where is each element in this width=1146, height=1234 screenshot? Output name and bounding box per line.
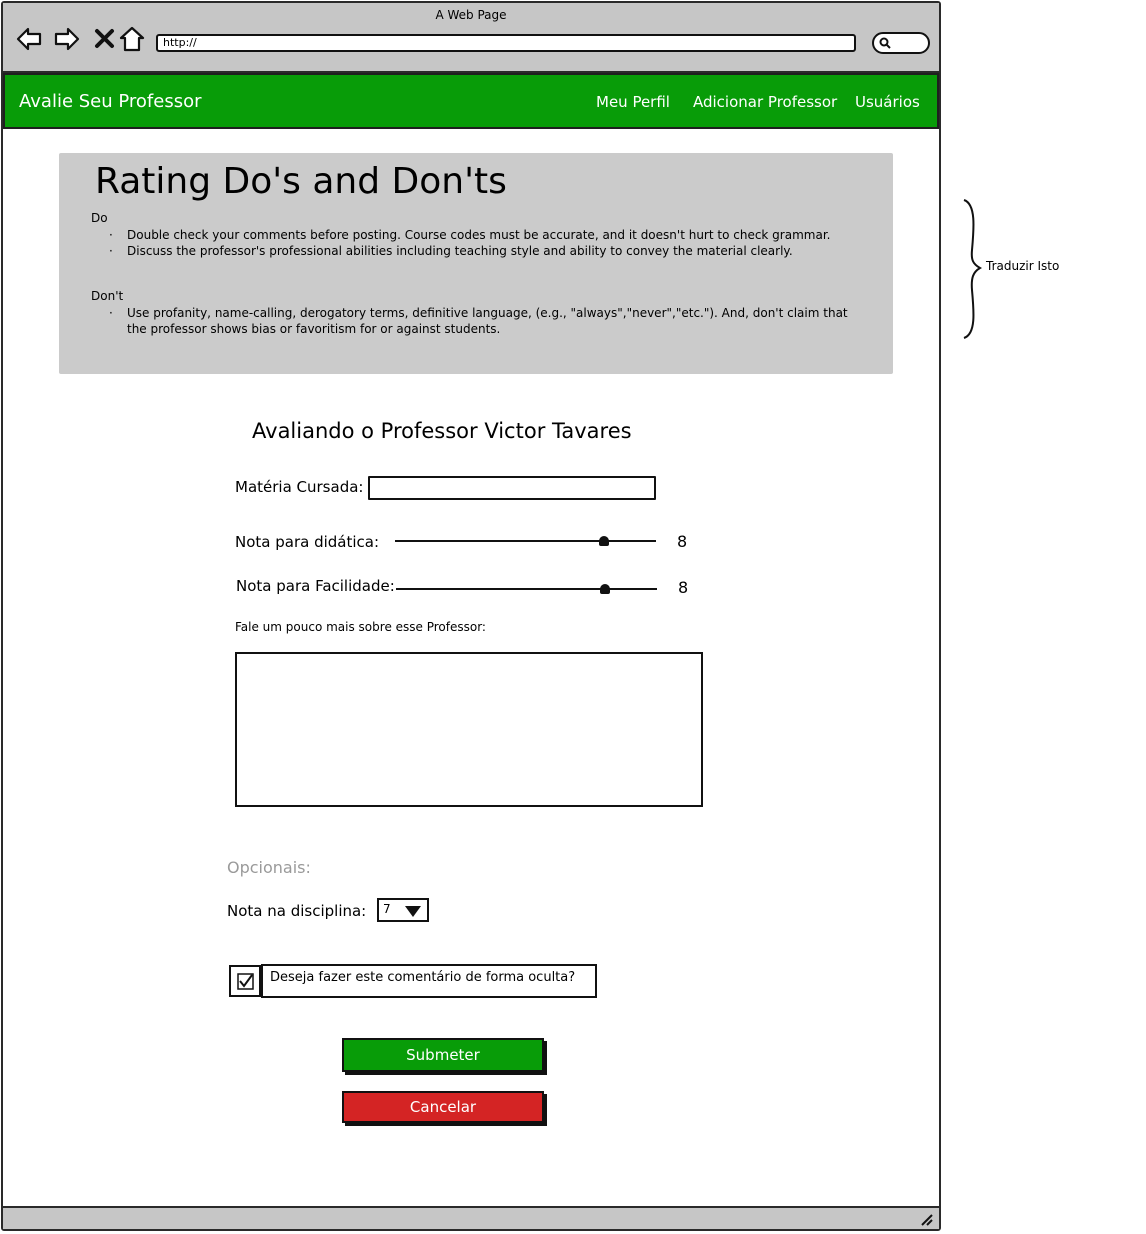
checkmark-icon [237, 973, 254, 990]
curly-brace-icon [963, 199, 983, 339]
bullet: · [109, 244, 113, 258]
home-icon[interactable] [118, 25, 146, 53]
materia-label: Matéria Cursada: [235, 478, 364, 496]
brand-link[interactable]: Avalie Seu Professor [19, 91, 202, 112]
facilidade-value: 8 [678, 578, 689, 597]
materia-input[interactable] [368, 476, 656, 500]
didatica-slider[interactable] [395, 534, 656, 548]
do-item-text: Double check your comments before postin… [127, 228, 831, 242]
dont-label: Don't [91, 289, 124, 303]
resize-grip-icon[interactable] [919, 1212, 933, 1226]
select-value: 7 [383, 902, 391, 916]
facilidade-slider[interactable] [396, 582, 657, 596]
window-title: A Web Page [435, 8, 507, 22]
bullet: · [109, 306, 113, 320]
forward-arrow-icon[interactable] [53, 25, 81, 53]
slider-track [396, 588, 657, 590]
comment-textarea[interactable] [235, 652, 703, 807]
close-x-icon[interactable] [91, 25, 119, 53]
nav-link-usuarios[interactable]: Usuários [855, 93, 920, 111]
search-icon [879, 37, 891, 49]
slider-thumb[interactable] [598, 536, 609, 546]
nav-link-adicionar-professor[interactable]: Adicionar Professor [693, 93, 837, 111]
cancel-button[interactable]: Cancelar [342, 1091, 544, 1123]
form-title: Avaliando o Professor Victor Tavares [252, 419, 632, 443]
guidelines-title: Rating Do's and Don'ts [95, 161, 507, 202]
slider-track [395, 540, 656, 542]
disciplina-select[interactable]: 7 [377, 898, 429, 922]
do-item: · Discuss the professor's professional a… [109, 243, 867, 259]
do-item: · Double check your comments before post… [109, 227, 867, 243]
optional-section-label: Opcionais: [227, 858, 311, 877]
browser-toolbar: A Web Page http:// [3, 3, 939, 73]
do-item-text: Discuss the professor's professional abi… [127, 244, 793, 258]
rating-guidelines-panel: Rating Do's and Don'ts Do · Double check… [59, 153, 893, 374]
slider-thumb[interactable] [599, 584, 610, 594]
didatica-label: Nota para didática: [235, 533, 380, 551]
hidden-comment-label: Deseja fazer este comentário de forma oc… [261, 964, 597, 998]
do-label: Do [91, 211, 108, 225]
url-bar[interactable]: http:// [156, 34, 856, 52]
facilidade-label: Nota para Facilidade: [236, 577, 395, 595]
disciplina-label: Nota na disciplina: [227, 902, 367, 920]
hidden-comment-checkbox[interactable] [229, 965, 261, 997]
browser-search-box[interactable] [872, 32, 930, 54]
browser-window: A Web Page http:// Avalie Seu Professor … [1, 1, 941, 1231]
didatica-value: 8 [677, 532, 688, 551]
nav-link-meu-perfil[interactable]: Meu Perfil [596, 93, 670, 111]
browser-status-bar [3, 1206, 939, 1229]
dont-item: · Use profanity, name-calling, derogator… [109, 305, 867, 337]
submit-button[interactable]: Submeter [342, 1038, 544, 1072]
back-arrow-icon[interactable] [15, 25, 43, 53]
annotation-note: Traduzir Isto [986, 259, 1060, 273]
chevron-down-icon[interactable] [405, 906, 421, 917]
site-navbar: Avalie Seu Professor Meu Perfil Adiciona… [3, 73, 939, 129]
comment-label: Fale um pouco mais sobre esse Professor: [235, 620, 486, 634]
dont-item-text: Use profanity, name-calling, derogatory … [127, 306, 848, 336]
bullet: · [109, 228, 113, 242]
